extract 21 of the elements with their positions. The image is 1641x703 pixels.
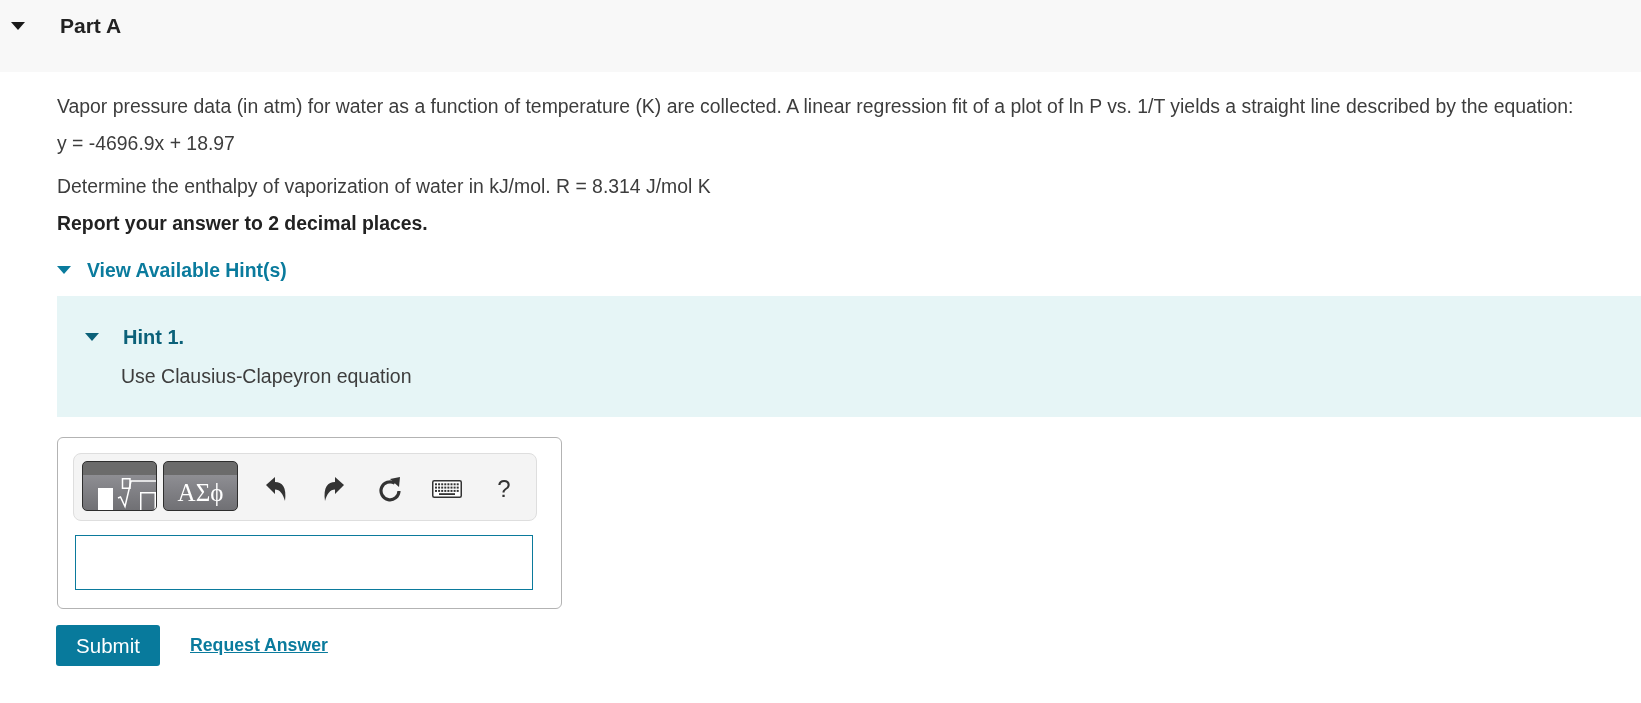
- caret-icon[interactable]: [11, 22, 25, 30]
- help-button[interactable]: ?: [482, 467, 526, 511]
- answer-input[interactable]: [75, 535, 533, 590]
- request-answer-link[interactable]: Request Answer: [190, 635, 328, 656]
- template-button[interactable]: [82, 461, 157, 511]
- template-icon: [96, 478, 156, 510]
- question-text: Vapor pressure data (in atm) for water as a function of temperature (K) are collected. A linear regression fit of a plot of ln P vs. 1/T yields a straight line described by the equation:: [57, 94, 1574, 118]
- instruction-text: Report your answer to 2 decimal places.: [57, 211, 428, 235]
- hint-text: Use Clausius-Clapeyron equation: [121, 364, 412, 388]
- question-text: Determine the enthalpy of vaporization of water in kJ/mol. R = 8.314 J/mol K: [57, 174, 711, 198]
- hints-toggle[interactable]: View Available Hint(s): [57, 257, 287, 283]
- submit-button[interactable]: Submit: [56, 625, 160, 666]
- caret-icon[interactable]: [85, 333, 99, 341]
- keyboard-icon: [432, 480, 462, 498]
- reset-icon: [378, 476, 402, 502]
- part-toggle[interactable]: Part A: [11, 13, 122, 39]
- question-text: y = -4696.9x + 18.97: [57, 131, 235, 155]
- undo-icon: [265, 477, 287, 501]
- redo-icon: [322, 477, 344, 501]
- hint-toggle[interactable]: Hint 1.: [85, 324, 185, 350]
- symbols-button[interactable]: ΑΣϕ: [163, 461, 238, 511]
